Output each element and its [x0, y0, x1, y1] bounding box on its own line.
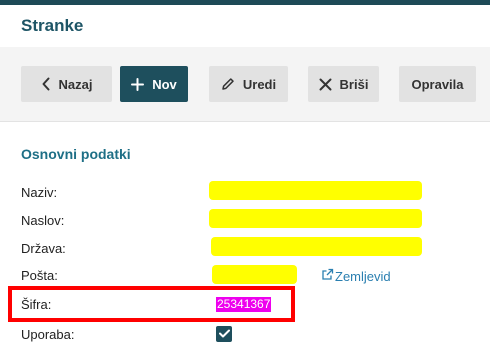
naziv-label: Naziv: — [21, 185, 58, 200]
tasks-button[interactable]: Opravila — [399, 66, 476, 102]
edit-button[interactable]: Uredi — [209, 66, 288, 102]
new-button[interactable]: Nov — [120, 66, 188, 102]
back-button-label: Nazaj — [58, 76, 93, 92]
page-header: Stranke — [0, 5, 490, 47]
naslov-label: Naslov: — [21, 213, 65, 228]
map-link-label: Zemljevid — [335, 268, 391, 284]
tasks-button-label: Opravila — [411, 76, 464, 92]
sifra-label: Šifra: — [21, 297, 52, 312]
close-icon — [319, 78, 332, 91]
delete-button-label: Briši — [339, 76, 369, 92]
drzava-label: Država: — [21, 241, 66, 256]
pencil-icon — [221, 77, 235, 91]
external-link-icon — [321, 268, 334, 284]
posta-label: Pošta: — [21, 268, 58, 283]
naziv-value-redacted — [209, 181, 422, 200]
chevron-left-icon — [41, 77, 51, 91]
drzava-value-redacted — [211, 237, 422, 256]
sifra-value: 25341367 — [216, 297, 272, 312]
naslov-value-redacted — [209, 209, 422, 228]
delete-button[interactable]: Briši — [308, 66, 379, 102]
back-button[interactable]: Nazaj — [21, 66, 112, 102]
posta-value-redacted — [212, 265, 297, 284]
plus-icon — [131, 77, 145, 91]
uporaba-label: Uporaba: — [21, 327, 75, 342]
page-title: Stranke — [21, 16, 84, 35]
check-icon — [218, 325, 230, 343]
new-button-label: Nov — [152, 76, 177, 92]
map-link[interactable]: Zemljevid — [321, 268, 391, 284]
edit-button-label: Uredi — [242, 76, 277, 92]
divider — [0, 121, 490, 122]
toolbar: Nazaj Nov Uredi Briši Opravila — [0, 47, 490, 121]
uporaba-checkbox[interactable] — [216, 326, 232, 342]
section-title: Osnovni podatki — [21, 146, 131, 162]
